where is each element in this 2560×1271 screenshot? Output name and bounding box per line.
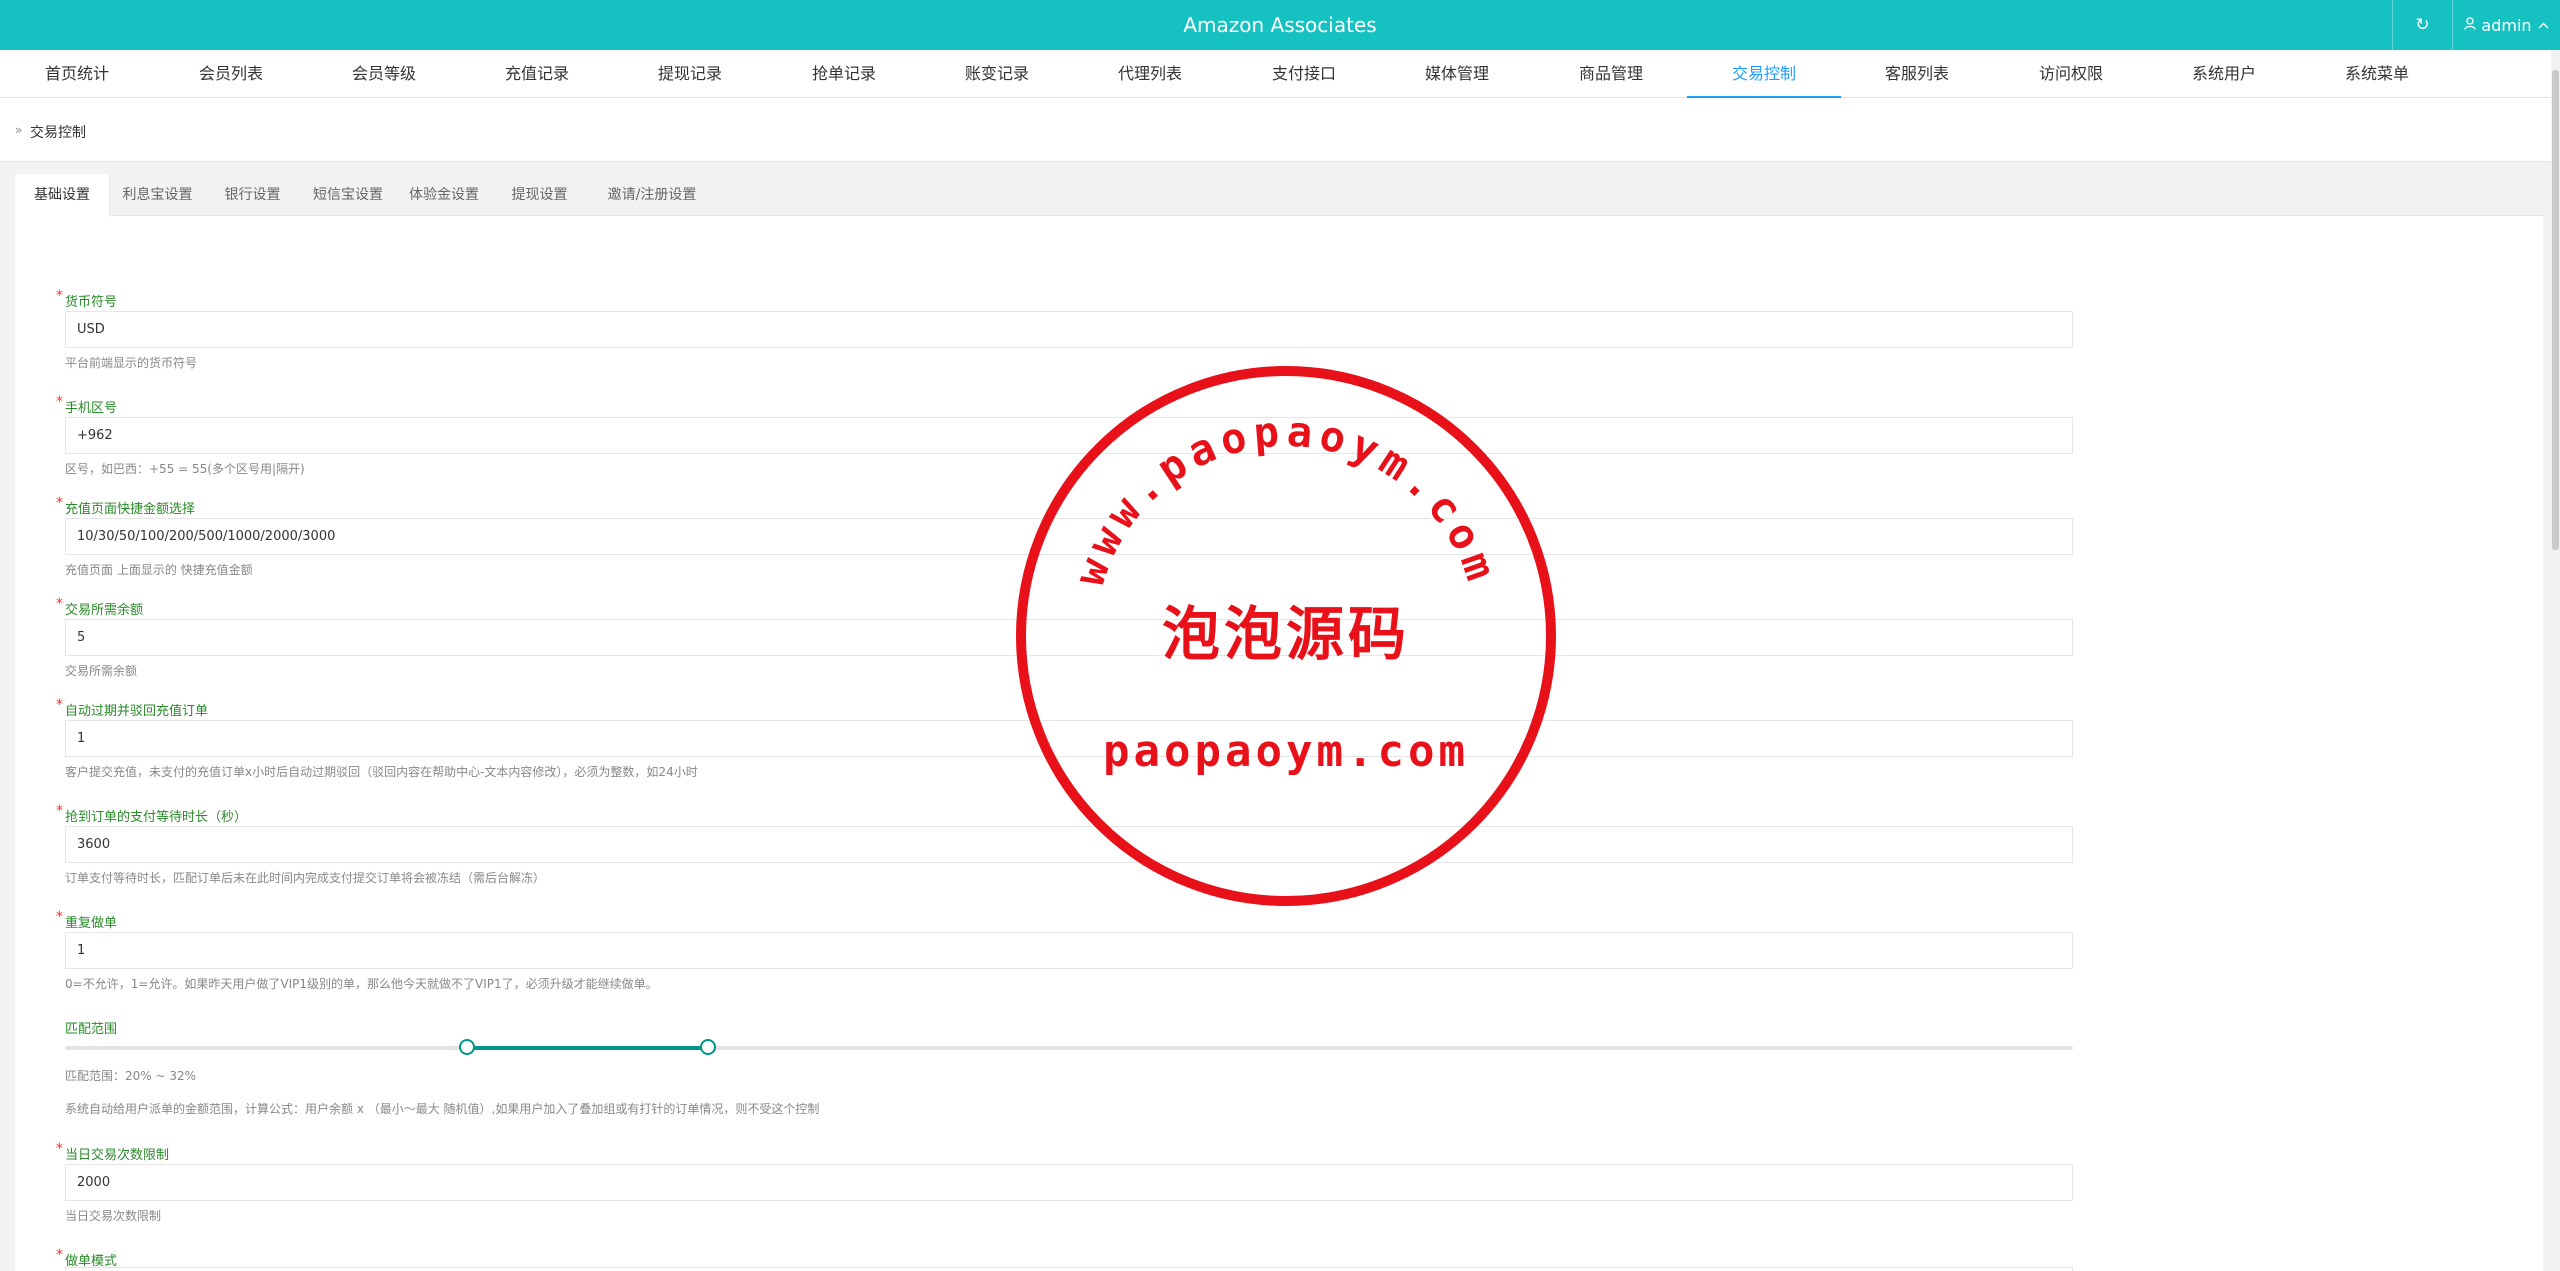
auto-expire-label: * 自动过期并驳回充值订单 <box>56 697 209 719</box>
repeat-order-help: 0=不允许，1=允许。如果昨天用户做了VIP1级别的单，那么他今天就做不了VIP… <box>65 977 658 991</box>
required-marker: * <box>56 596 63 612</box>
match-range-label: 匹配范围 <box>65 1022 118 1037</box>
tab-invite-register-settings[interactable]: 邀请/注册设置 <box>587 174 717 216</box>
nav-item-balance-records[interactable]: 账变记录 <box>920 50 1074 98</box>
refresh-icon: ↻ <box>2415 15 2430 35</box>
nav-item-media[interactable]: 媒体管理 <box>1380 50 1534 98</box>
pay-wait-help: 订单支付等待时长，匹配订单后未在此时间内完成支付提交订单将会被冻结（需后台解冻） <box>65 871 546 885</box>
daily-limit-label: * 当日交易次数限制 <box>56 1141 170 1163</box>
nav-item-dashboard[interactable]: 首页统计 <box>0 50 154 98</box>
match-range-max-handle[interactable] <box>699 1039 716 1055</box>
tab-trial-fund-settings[interactable]: 体验金设置 <box>396 174 492 216</box>
repeat-order-label: * 重复做单 <box>56 909 118 931</box>
user-name: admin <box>2481 15 2532 35</box>
user-icon <box>2464 16 2477 34</box>
nav-item-trade-control[interactable]: 交易控制 <box>1687 50 1841 98</box>
pay-wait-label: * 抢到订单的支付等待时长（秒） <box>56 803 248 825</box>
breadcrumb-arrow-icon: » <box>15 123 23 137</box>
tab-withdraw-settings[interactable]: 提现设置 <box>492 174 587 216</box>
nav-item-withdraw-records[interactable]: 提现记录 <box>613 50 767 98</box>
nav-item-recharge-records[interactable]: 充值记录 <box>460 50 614 98</box>
phone-code-help: 区号，如巴西：+55 = 55(多个区号用|隔开) <box>65 462 305 476</box>
nav-item-customer-service[interactable]: 客服列表 <box>1840 50 1994 98</box>
tab-basic-settings[interactable]: 基础设置 <box>15 174 110 217</box>
tab-sms-settings[interactable]: 短信宝设置 <box>300 174 396 216</box>
nav-item-system-menu[interactable]: 系统菜单 <box>2300 50 2454 98</box>
phone-code-label: * 手机区号 <box>56 394 118 416</box>
nav-item-access-rights[interactable]: 访问权限 <box>1994 50 2148 98</box>
main-nav: 首页统计 会员列表 会员等级 充值记录 提现记录 抢单记录 账变记录 代理列表 … <box>0 50 2560 98</box>
pay-wait-input[interactable] <box>65 826 2073 863</box>
breadcrumb: » 交易控制 <box>0 98 2551 162</box>
quick-amounts-label: * 充值页面快捷金额选择 <box>56 495 196 517</box>
min-balance-input[interactable] <box>65 619 2073 656</box>
phone-code-input[interactable] <box>65 417 2073 454</box>
tab-interest-settings[interactable]: 利息宝设置 <box>110 174 205 216</box>
required-marker: * <box>56 1141 63 1157</box>
match-range-fill <box>466 1046 708 1050</box>
daily-limit-input[interactable] <box>65 1164 2073 1201</box>
nav-item-members[interactable]: 会员列表 <box>154 50 308 98</box>
refresh-button[interactable]: ↻ <box>2392 0 2452 50</box>
nav-item-system-users[interactable]: 系统用户 <box>2147 50 2301 98</box>
app-title: Amazon Associates <box>1183 13 1377 37</box>
nav-item-member-levels[interactable]: 会员等级 <box>307 50 461 98</box>
breadcrumb-current: 交易控制 <box>30 125 86 141</box>
quick-amounts-help: 充值页面 上面显示的 快捷充值金额 <box>65 563 253 577</box>
settings-tabs: 基础设置 利息宝设置 银行设置 短信宝设置 体验金设置 提现设置 邀请/注册设置 <box>15 174 2543 217</box>
nav-item-agents[interactable]: 代理列表 <box>1073 50 1227 98</box>
chevron-up-icon <box>2538 18 2549 32</box>
match-range-slider[interactable] <box>65 1046 2073 1050</box>
min-balance-help: 交易所需余额 <box>65 664 138 678</box>
required-marker: * <box>56 288 63 304</box>
required-marker: * <box>56 697 63 713</box>
currency-help: 平台前端显示的货币符号 <box>65 356 198 370</box>
order-mode-input[interactable] <box>65 1267 2073 1271</box>
min-balance-label: * 交易所需余额 <box>56 596 144 618</box>
nav-item-payment[interactable]: 支付接口 <box>1227 50 1381 98</box>
currency-label: * 货币符号 <box>56 288 118 310</box>
match-range-help: 系统自动给用户派单的金额范围，计算公式：用户余额 x （最小～最大 随机值）,如… <box>65 1102 820 1116</box>
required-marker: * <box>56 495 63 511</box>
top-right-actions: ↻ admin <box>2392 0 2560 50</box>
top-bar: Amazon Associates ↻ admin <box>0 0 2560 50</box>
nav-item-products[interactable]: 商品管理 <box>1534 50 1688 98</box>
auto-expire-help: 客户提交充值，未支付的充值订单x小时后自动过期驳回（驳回内容在帮助中心-文本内容… <box>65 765 698 779</box>
required-marker: * <box>56 1247 63 1263</box>
page-scrollbar[interactable] <box>2551 50 2560 1271</box>
match-range-value: 匹配范围：20% ~ 32% <box>65 1069 197 1083</box>
match-range-min-handle[interactable] <box>458 1039 475 1055</box>
required-marker: * <box>56 394 63 410</box>
daily-limit-help: 当日交易次数限制 <box>65 1209 162 1223</box>
tab-bank-settings[interactable]: 银行设置 <box>205 174 300 216</box>
quick-amounts-input[interactable] <box>65 518 2073 555</box>
user-menu-button[interactable]: admin <box>2452 0 2560 50</box>
required-marker: * <box>56 909 63 925</box>
auto-expire-input[interactable] <box>65 720 2073 757</box>
scrollbar-thumb[interactable] <box>2552 70 2559 550</box>
repeat-order-input[interactable] <box>65 932 2073 969</box>
required-marker: * <box>56 803 63 819</box>
currency-input[interactable] <box>65 311 2073 348</box>
nav-item-grab-order-records[interactable]: 抢单记录 <box>767 50 921 98</box>
